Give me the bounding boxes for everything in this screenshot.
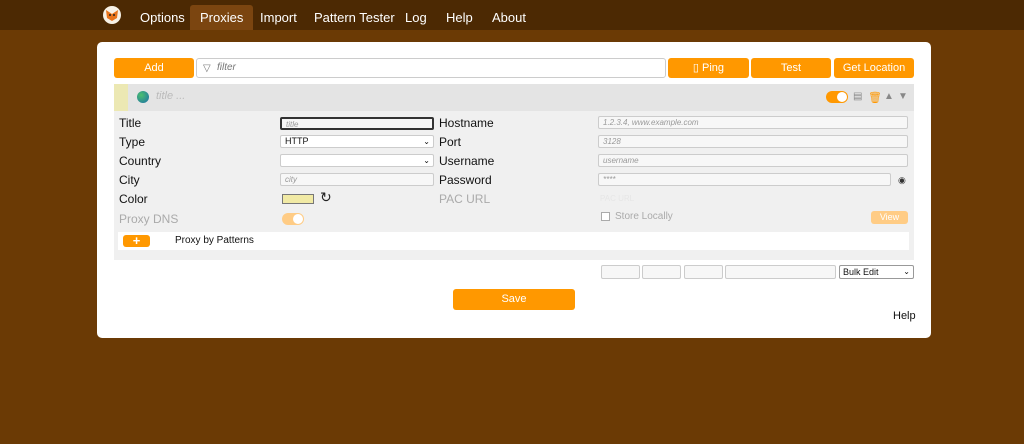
port-input[interactable]: 3128 [598, 135, 908, 148]
password-label: Password [439, 173, 492, 187]
port-label: Port [439, 135, 462, 149]
color-label: Color [119, 192, 148, 206]
filter-input[interactable]: ▽ filter [196, 58, 666, 78]
city-label: City [119, 173, 140, 187]
ping-icon: ▯ [692, 62, 703, 74]
city-input[interactable]: city [280, 173, 434, 186]
bulk-input-2[interactable] [642, 265, 681, 279]
bulk-edit-select[interactable]: Bulk Edit ⌄ [839, 265, 914, 279]
title-input[interactable]: title [280, 117, 434, 130]
top-nav-bar: Options Proxies Import Pattern Tester Lo… [0, 0, 1024, 30]
nav-help[interactable]: Help [436, 5, 483, 30]
type-select-value: HTTP [285, 136, 309, 146]
proxy-dns-toggle[interactable] [282, 213, 304, 225]
username-label: Username [439, 154, 495, 168]
view-button[interactable]: View [871, 211, 908, 224]
nav-pattern-tester[interactable]: Pattern Tester [304, 5, 405, 30]
get-location-button[interactable]: Get Location [834, 58, 914, 78]
bulk-input-3[interactable] [684, 265, 723, 279]
nav-options[interactable]: Options [130, 5, 195, 30]
nav-log[interactable]: Log [395, 5, 437, 30]
move-down-icon[interactable]: ▼ [898, 91, 908, 102]
proxy-color-strip [114, 84, 128, 111]
hostname-input[interactable]: 1.2.3.4, www.example.com [598, 116, 908, 129]
store-locally-checkbox[interactable] [601, 212, 610, 221]
type-label: Type [119, 135, 146, 149]
nav-import[interactable]: Import [250, 5, 307, 30]
add-button[interactable]: Add [114, 58, 194, 78]
refresh-color-icon[interactable]: ↻ [320, 189, 332, 206]
globe-icon [137, 91, 149, 103]
color-picker[interactable] [282, 194, 314, 204]
hostname-label: Hostname [439, 116, 494, 130]
nav-proxies[interactable]: Proxies [190, 5, 254, 30]
move-up-icon[interactable]: ▲ [884, 91, 894, 102]
type-select[interactable]: HTTP ⌄ [280, 135, 434, 148]
country-select[interactable]: ⌄ [280, 154, 434, 167]
nav-about[interactable]: About [482, 5, 536, 30]
proxy-enabled-toggle[interactable] [826, 91, 848, 103]
pac-url-input[interactable]: PAC URL [600, 194, 634, 203]
add-pattern-button[interactable]: + [123, 234, 150, 247]
test-button[interactable]: Test [751, 58, 831, 78]
store-locally-label: Store Locally [615, 211, 673, 222]
chevron-down-icon: ⌄ [903, 267, 910, 276]
pac-url-label: PAC URL [439, 192, 491, 206]
country-label: Country [119, 154, 162, 168]
filter-placeholder: filter [217, 62, 236, 73]
foxyproxy-logo-icon [103, 6, 121, 24]
bulk-input-1[interactable] [601, 265, 640, 279]
ping-label: Ping [702, 62, 725, 74]
proxy-entry-header[interactable] [114, 84, 914, 111]
title-label: Title [119, 116, 142, 130]
chevron-down-icon: ⌄ [423, 156, 430, 165]
proxy-by-patterns-label: Proxy by Patterns [175, 235, 254, 246]
delete-icon[interactable]: 🗑 [868, 91, 882, 104]
eye-icon[interactable]: ◉ [898, 175, 906, 186]
ping-button[interactable]: ▯ Ping [668, 58, 749, 78]
filter-icon: ▽ [203, 63, 211, 74]
username-input[interactable]: username [598, 154, 908, 167]
help-link[interactable]: Help [893, 310, 916, 322]
password-input[interactable]: **** [598, 173, 891, 186]
bulk-edit-value: Bulk Edit [843, 267, 879, 277]
proxy-title-placeholder: title ... [156, 90, 186, 102]
duplicate-icon[interactable]: ▤ [853, 91, 862, 102]
chevron-down-icon: ⌄ [423, 137, 430, 146]
proxy-dns-label: Proxy DNS [119, 212, 179, 226]
bulk-input-4[interactable] [725, 265, 836, 279]
save-button[interactable]: Save [453, 289, 575, 310]
